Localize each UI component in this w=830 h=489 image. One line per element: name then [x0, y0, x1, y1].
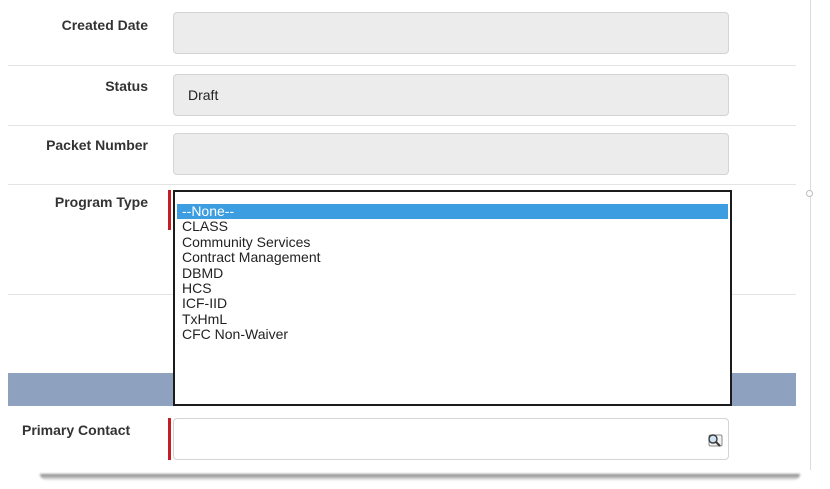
program-type-listbox[interactable]: --None-- CLASS Community Services Contra… — [173, 190, 732, 406]
program-type-label: Program Type — [54, 194, 148, 210]
resize-handle[interactable] — [806, 190, 813, 197]
status-label: Status — [105, 78, 148, 94]
program-type-option[interactable]: Contract Management — [177, 249, 728, 265]
program-type-option[interactable]: --None-- — [177, 203, 728, 220]
packet-number-label: Packet Number — [46, 137, 148, 153]
required-indicator — [168, 418, 171, 460]
primary-contact-input[interactable] — [173, 418, 729, 460]
created-date-label: Created Date — [61, 17, 148, 33]
program-type-option[interactable]: CLASS — [177, 218, 728, 234]
program-type-option[interactable]: CFC Non-Waiver — [177, 326, 728, 342]
record-edit-panel: Created Date Status Draft Packet Number … — [0, 0, 810, 470]
program-type-option[interactable]: DBMD — [177, 265, 728, 281]
panel-shadow — [40, 474, 800, 480]
row-divider — [8, 184, 796, 185]
status-field: Draft — [173, 74, 729, 116]
program-type-option[interactable]: ICF-IID — [177, 295, 728, 311]
row-divider — [8, 65, 796, 66]
panel-edge — [810, 0, 811, 470]
row-divider — [8, 125, 796, 126]
primary-contact-label: Primary Contact — [22, 422, 131, 438]
created-date-field — [173, 12, 729, 54]
packet-number-field — [173, 133, 729, 175]
lookup-magnifier-icon[interactable] — [706, 432, 724, 448]
program-type-option[interactable]: TxHmL — [177, 311, 728, 327]
required-indicator — [168, 190, 171, 230]
program-type-option[interactable]: Community Services — [177, 234, 728, 250]
program-type-option[interactable]: HCS — [177, 280, 728, 296]
